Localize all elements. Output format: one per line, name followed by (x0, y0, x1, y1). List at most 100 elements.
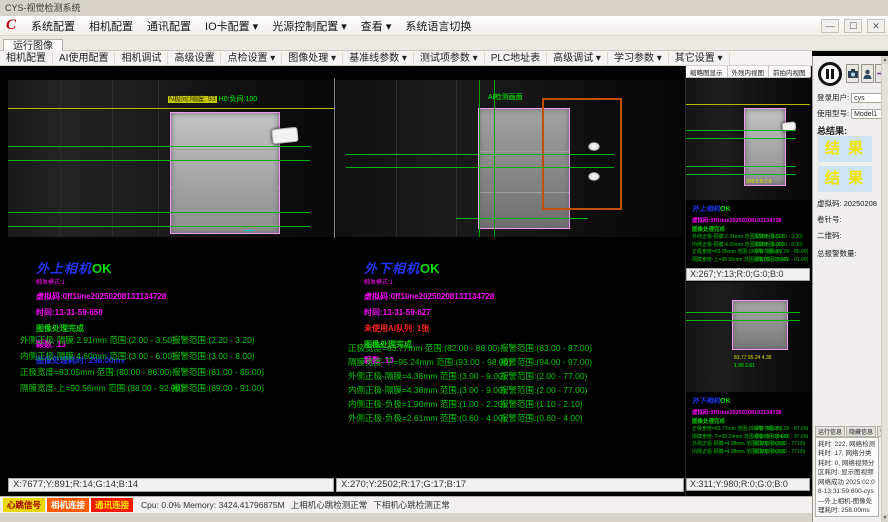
comm-link-badge: 通讯连接 (91, 498, 133, 512)
cpu-memory-text: Cpu: 0.0% Memory: 3424.41796875M (141, 500, 285, 510)
tool-spot-check[interactable]: 点检设置 ▾ (221, 52, 282, 65)
image-seam (112, 80, 113, 237)
side-tab-defect-view[interactable]: 外残内视图 (728, 66, 770, 77)
tool-learning-params[interactable]: 学习参数 ▾ (608, 52, 669, 65)
window-controls: — ☐ ✕ (819, 19, 888, 33)
login-user-field[interactable]: cys (851, 93, 884, 103)
side-tab-capture-view[interactable]: 前拍内视图 (769, 66, 811, 77)
login-user-row: 登录用户: cys (817, 92, 884, 103)
thumb-2-coordinates: X:311;Y:980;R:0;G:0;B:0 (686, 478, 810, 491)
thumb-view-1[interactable]: 343.5 B:7.8 (686, 78, 810, 200)
left-camera-image[interactable]: N极间:隔膜: 93 H0:负间:100 (8, 80, 334, 237)
result-ok: OK (720, 398, 731, 405)
menu-language-switch[interactable]: 系统语言切换 (398, 16, 478, 36)
tool-advanced-settings[interactable]: 高级设置 (168, 52, 221, 65)
tab-strip: 运行图像 (0, 36, 888, 51)
measurement-row: 外侧正极-隔膜=4.38mm 范围:(3.00 - 9.00)报警范围:(2.0… (348, 370, 680, 384)
menu-comm-config[interactable]: 通讯配置 (140, 16, 198, 36)
log-tab-run-info[interactable]: 运行信息 (815, 426, 845, 437)
mid-camera-image[interactable]: AI检测画面 (336, 80, 684, 237)
right-control-panel: 登录用户: cys 使用型号: Model1 总结果: 结 果 结 果 虚拟码:… (812, 56, 888, 522)
camera-title: 外上相机 (36, 261, 92, 276)
green-measure-line (346, 167, 614, 168)
tool-plc-address[interactable]: PLC地址表 (485, 52, 547, 65)
alarm-range-text: 报警范围:(83.00 - 87.00) (500, 342, 592, 354)
bottom-strip (0, 513, 812, 522)
green-measure-line (456, 218, 588, 219)
alarm-count-label: 总报警数量: (817, 248, 857, 259)
tool-baseline-params[interactable]: 基准线参数 ▾ (343, 52, 414, 65)
measurement-text: 内侧正极-隔膜:4.60mm 范围:(3.00 - 6.00) (20, 350, 175, 362)
virtual-code: 虚拟码:0ff1line20250208133134728 (692, 408, 782, 416)
qr-code-label: 二维码: (817, 230, 842, 241)
alarm-range-text: 报警范围:(3.00 - 8.00) (172, 350, 255, 362)
title-bar: CYS-视觉检测系统 (0, 0, 888, 16)
main-area: N极间:隔膜: 93 H0:负间:100 外上相机OK 触发模式:1 虚拟码:0… (0, 66, 812, 496)
tool-test-params[interactable]: 测试项参数 ▾ (414, 52, 485, 65)
thumb-view-2[interactable]: 83.77 95.24 4.38 1.90 2.61 (686, 282, 810, 392)
alarm-range-text: 报警范围:(0.60 - 4.00) (500, 412, 583, 424)
result-box-2: 结 果 (818, 166, 872, 192)
tool-ai-config[interactable]: AI使用配置 (53, 52, 115, 65)
mid-measurement-rows: 正极宽度=83.77mm 范围:(82.00 - 88.00)报警范围:(83.… (348, 342, 680, 426)
log-text-box[interactable]: 耗时: 222, 网络检测耗时: 17, 网络分类耗时: 0, 网络视频分区耗时… (815, 437, 879, 517)
tool-camera-debug[interactable]: 相机调试 (115, 52, 168, 65)
result-ok: OK (92, 261, 112, 276)
tool-other-settings[interactable]: 其它设置 ▾ (669, 52, 730, 65)
processing-done: 图像处理完成 (36, 323, 166, 334)
processing-done: 图像处理完成 (692, 225, 782, 233)
maximize-button[interactable]: ☐ (844, 19, 862, 33)
user-button[interactable] (861, 64, 874, 83)
camera-title: 外下相机 (364, 261, 420, 276)
tool-image-processing[interactable]: 图像处理 ▾ (282, 52, 343, 65)
status-bar: 心跳信号 相机连接 通讯连接 Cpu: 0.0% Memory: 3424.41… (0, 496, 812, 513)
trigger-mode: 触发模式:1 (364, 277, 494, 286)
app-logo-icon: C (0, 17, 24, 34)
close-button[interactable]: ✕ (867, 19, 885, 33)
menu-view[interactable]: 查看 ▾ (354, 16, 399, 36)
overlay-highlight: N极间:隔膜: 93 (168, 96, 217, 103)
measurement-text: 外侧正极-隔膜:2.91mm 范围:(2.00 - 3.50) (20, 334, 175, 346)
scroll-up-icon[interactable]: ▲ (882, 56, 888, 64)
measurement-row: 隔膜宽度-下=95.24mm 范围:(93.00 - 98.00)报警范围:(9… (348, 356, 680, 370)
side-tab-thumbnail[interactable]: 缩略图显示 (686, 66, 728, 77)
model-field[interactable]: Model1 (851, 109, 884, 119)
measurement-row: 内侧正极-隔膜:4.60mm 范围:(3.00 - 6.00)报警范围:(3.0… (20, 350, 330, 366)
timestamp: 时间:13-31-59-650 (36, 307, 166, 318)
result-ok: OK (420, 261, 440, 276)
log-tab-hidden-info[interactable]: 隐藏信息 (846, 426, 876, 437)
virtual-code-row: 虚拟码: 20250208 (817, 198, 877, 209)
trigger-mode: 触发模式:1 (36, 277, 166, 286)
camera-capture-button[interactable] (846, 64, 859, 83)
thumb-2-info: 外下相机OK 虚拟码:0ff1line20250208133134728 图像处… (692, 396, 782, 455)
camera-icon (848, 69, 858, 78)
image-seam (456, 80, 457, 237)
alarm-range-text: 报警范围:(83.00 - 87.00) (754, 425, 808, 432)
log-tabs: 运行信息 隐藏信息 错误信息 (815, 426, 888, 437)
minimize-button[interactable]: — (821, 19, 839, 33)
menu-io-config[interactable]: IO卡配置 ▾ (198, 16, 265, 36)
image-seam (158, 80, 159, 237)
alarm-range-text: 报警范围:(2.00 - 77.00) (754, 448, 805, 455)
image-seam (396, 80, 397, 237)
panel-scrollbar[interactable]: ▲ ▼ (881, 56, 888, 522)
measurement-text: 正极宽度=83.05mm 范围:(80.00 - 86.00) (20, 366, 172, 378)
green-measure-line (8, 212, 310, 213)
tool-camera-config[interactable]: 相机配置 (0, 52, 53, 65)
menu-camera-config[interactable]: 相机配置 (82, 16, 140, 36)
tool-advanced-debug[interactable]: 高级调试 ▾ (547, 52, 608, 65)
measurement-row: 正极宽度=83.77mm 范围:(82.00 - 88.00)报警范围:(83.… (348, 342, 680, 356)
measurement-row: 隔膜宽度-上=90.56mm 范围:(88.00 - 92.00)报警范围:(8… (20, 382, 330, 398)
menu-light-config[interactable]: 光源控制配置 ▾ (265, 16, 354, 36)
virtual-code-value: 20250208 (844, 199, 877, 208)
app-window: CYS-视觉检测系统 C 系统配置 相机配置 通讯配置 IO卡配置 ▾ 光源控制… (0, 0, 888, 522)
pause-button[interactable] (818, 62, 842, 86)
scroll-down-icon[interactable]: ▼ (882, 514, 888, 522)
model-row: 使用型号: Model1 (817, 108, 884, 119)
menu-system-config[interactable]: 系统配置 (24, 16, 82, 36)
alarm-range-text: 报警范围:(89.00 - 91.00) (172, 382, 264, 394)
yellow-reference-line (8, 108, 334, 109)
measurement-text: 外侧正极-隔膜=4.38mm 范围:(3.00 - 9.00) (348, 370, 506, 382)
virtual-code-label: 虚拟码: (817, 198, 842, 209)
timestamp: 时间:13-31-59-627 (364, 307, 494, 318)
